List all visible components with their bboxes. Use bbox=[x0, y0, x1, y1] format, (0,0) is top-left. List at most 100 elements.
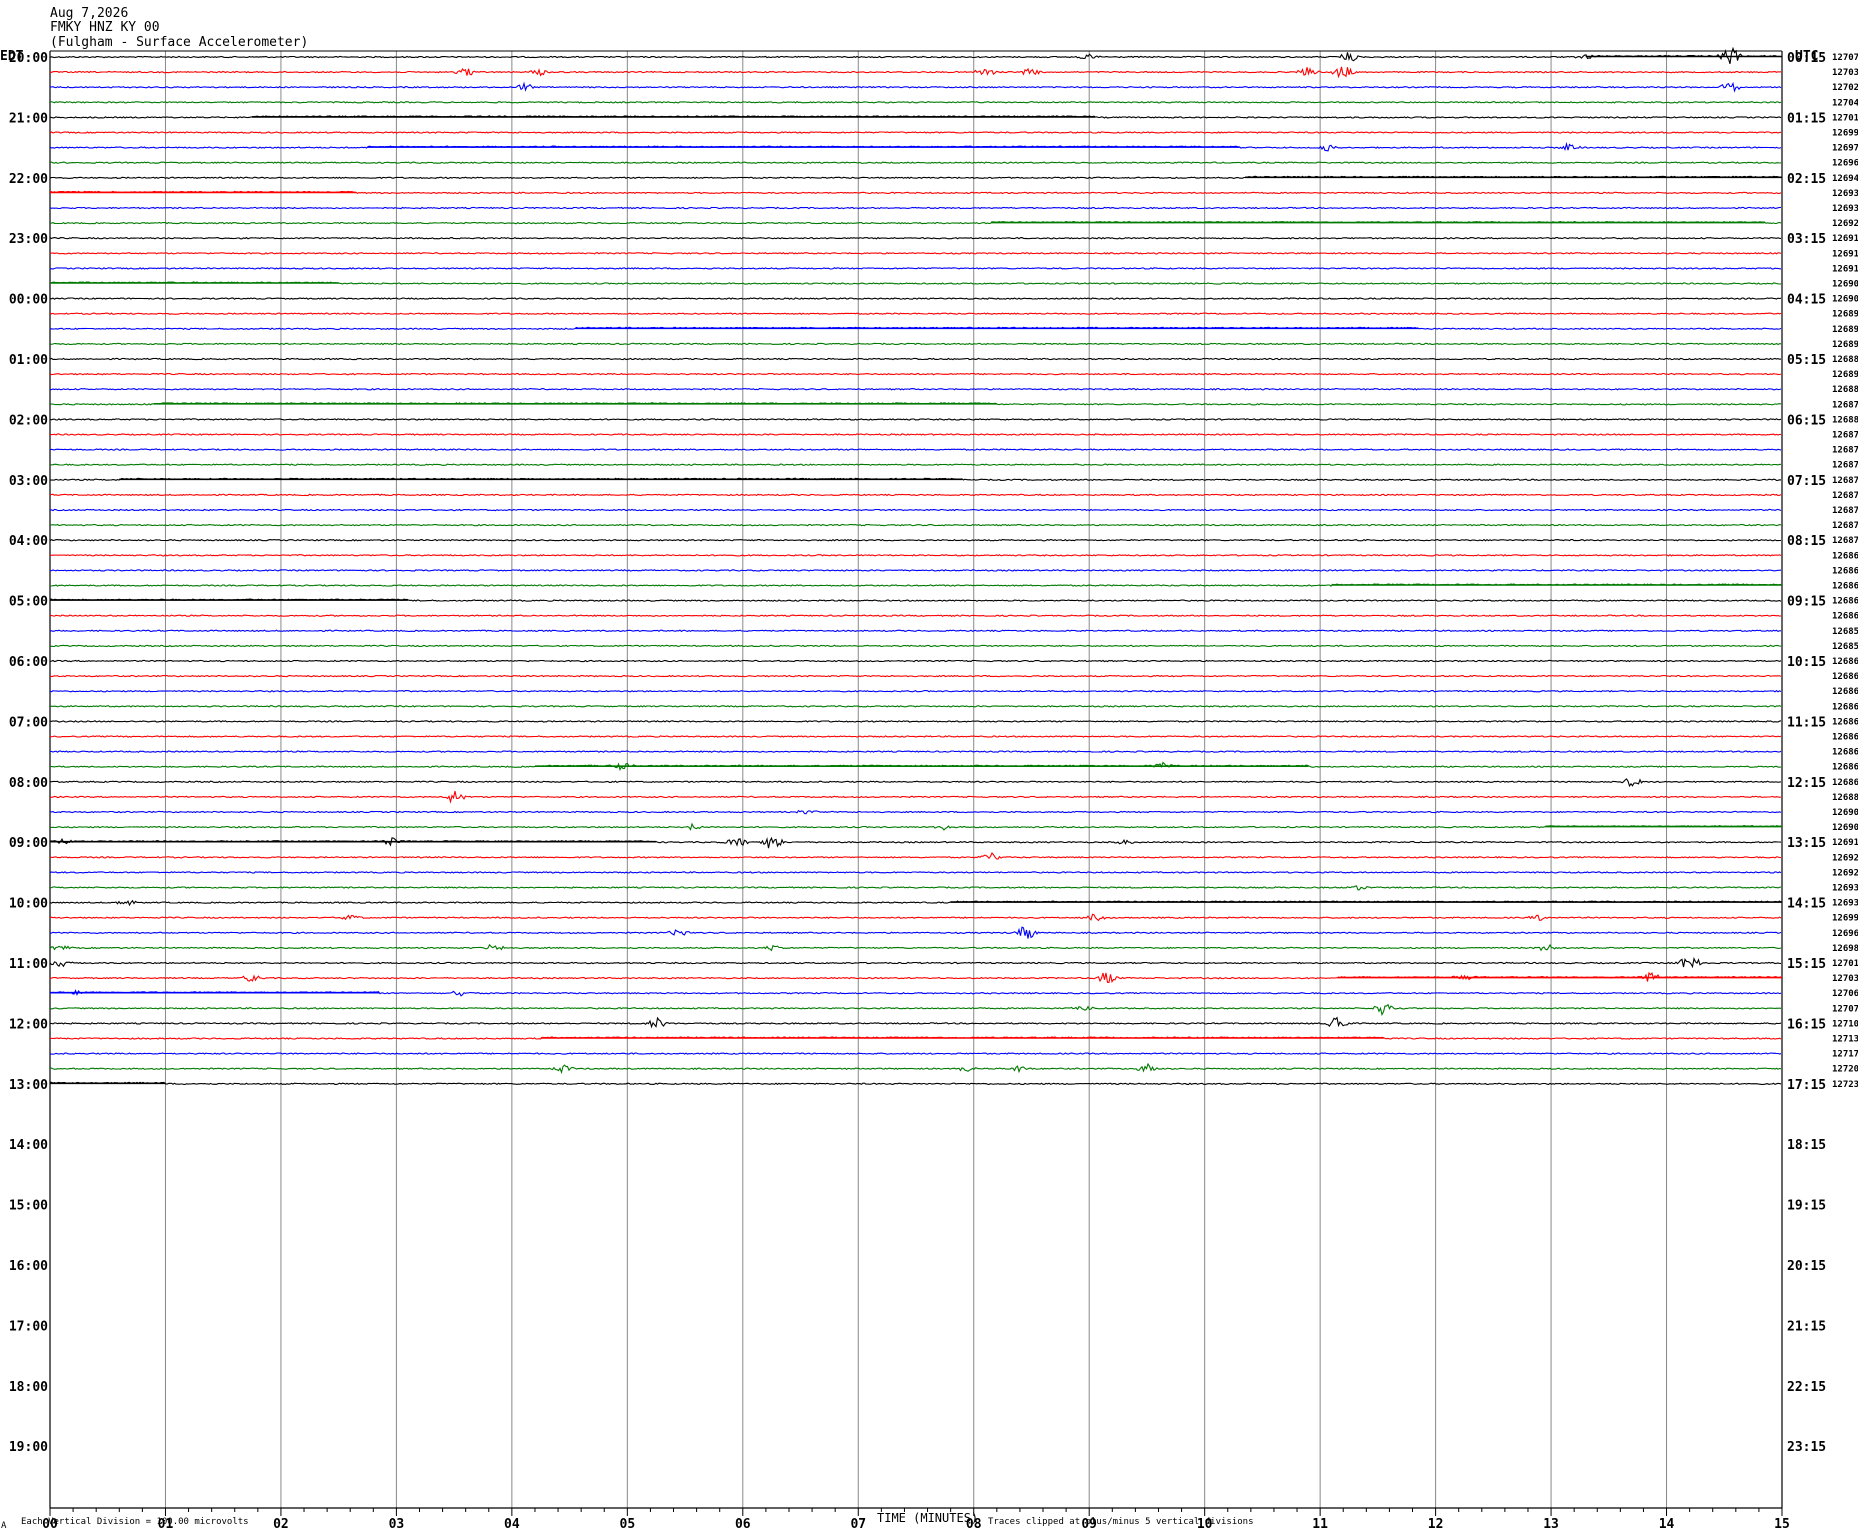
trace-count-label: 12723 bbox=[1832, 1080, 1858, 1090]
trace-count-label: 12689 bbox=[1832, 370, 1858, 380]
seismic-trace bbox=[49, 809, 1782, 815]
left-hour-label: 06:00 bbox=[9, 655, 48, 670]
seismic-trace bbox=[49, 851, 1782, 860]
trace-count-labels: 12707 12703 12702 12704 12701 12699 12697 12696… bbox=[1832, 53, 1858, 1090]
trace-count-label: 12686 bbox=[1832, 612, 1858, 622]
seismic-trace bbox=[49, 705, 1782, 708]
seismic-trace bbox=[49, 131, 1782, 134]
trace-count-label: 12686 bbox=[1832, 778, 1858, 788]
left-hour-label: 05:00 bbox=[9, 595, 48, 610]
trace-count-label: 12717 bbox=[1832, 1050, 1858, 1060]
trace-count-label: 12690 bbox=[1832, 808, 1858, 818]
left-hour-label: 19:00 bbox=[9, 1440, 48, 1455]
seismic-trace bbox=[49, 956, 1782, 969]
trace-count-label: 12703 bbox=[1832, 974, 1858, 984]
clip-note: Traces clipped at plus/minus 5 vertical … bbox=[988, 1517, 1254, 1527]
trace-count-label: 12685 bbox=[1832, 642, 1858, 652]
trace-count-label: 12707 bbox=[1832, 53, 1858, 63]
trace-count-label: 12686 bbox=[1832, 551, 1858, 561]
trace-count-label: 12691 bbox=[1832, 249, 1858, 259]
seismic-trace bbox=[49, 493, 1782, 497]
trace-count-label: 12720 bbox=[1832, 1065, 1858, 1075]
trace-count-label: 12687 bbox=[1832, 461, 1858, 471]
right-hour-label: 23:15 bbox=[1787, 1440, 1826, 1455]
right-hour-label: 08:15 bbox=[1787, 534, 1826, 549]
trace-count-label: 12690 bbox=[1832, 280, 1858, 290]
left-timezone-label: EDT bbox=[0, 49, 24, 64]
right-hour-label: 04:15 bbox=[1787, 293, 1826, 308]
right-hour-label: 16:15 bbox=[1787, 1017, 1826, 1032]
trace-count-label: 12687 bbox=[1832, 446, 1858, 456]
seismic-trace bbox=[49, 871, 1782, 874]
seismic-trace bbox=[50, 926, 1782, 939]
trace-count-label: 12703 bbox=[1832, 68, 1858, 78]
seismic-traces bbox=[49, 46, 1782, 1086]
trace-count-label: 12704 bbox=[1832, 98, 1858, 108]
trace-count-label: 12694 bbox=[1832, 174, 1858, 184]
trace-count-label: 12692 bbox=[1832, 219, 1858, 229]
trace-count-label: 12685 bbox=[1832, 627, 1858, 637]
right-hour-label: 19:15 bbox=[1787, 1199, 1826, 1214]
right-hour-label: 06:15 bbox=[1787, 413, 1826, 428]
seismic-trace bbox=[50, 750, 1782, 753]
trace-count-label: 12693 bbox=[1832, 189, 1858, 199]
trace-count-label: 12686 bbox=[1832, 687, 1858, 697]
trace-count-label: 12688 bbox=[1832, 355, 1858, 365]
seismic-trace bbox=[49, 463, 1782, 466]
seismic-trace bbox=[50, 1081, 1782, 1086]
trace-count-label: 12688 bbox=[1832, 415, 1858, 425]
seismic-trace bbox=[50, 387, 1782, 391]
right-hour-label: 10:15 bbox=[1787, 655, 1826, 670]
left-hour-label: 07:00 bbox=[9, 715, 48, 730]
right-hour-label: 13:15 bbox=[1787, 836, 1826, 851]
helicorder-plot: 12707 12703 12702 12704 12701 12699 12697 12696… bbox=[0, 6, 1858, 1532]
trace-count-label: 12693 bbox=[1832, 899, 1858, 909]
trace-count-label: 12696 bbox=[1832, 929, 1858, 939]
x-axis-label: TIME (MINUTES) bbox=[877, 1511, 978, 1525]
seismic-trace bbox=[49, 342, 1782, 346]
right-hour-label: 01:15 bbox=[1787, 111, 1826, 126]
seismic-trace bbox=[49, 1003, 1782, 1017]
x-tick-label: 06 bbox=[735, 1517, 751, 1532]
seismic-trace bbox=[49, 822, 1782, 831]
trace-count-label: 12701 bbox=[1832, 959, 1858, 969]
x-tick-label: 02 bbox=[273, 1517, 289, 1532]
trace-count-label: 12686 bbox=[1832, 702, 1858, 712]
trace-count-label: 12687 bbox=[1832, 491, 1858, 501]
seismic-trace bbox=[49, 418, 1782, 421]
seismic-trace bbox=[49, 885, 1782, 891]
seismic-trace bbox=[49, 790, 1782, 804]
trace-count-label: 12693 bbox=[1832, 204, 1858, 214]
x-tick-label: 07 bbox=[850, 1517, 866, 1532]
right-hour-label: 03:15 bbox=[1787, 232, 1826, 247]
seismic-trace bbox=[49, 206, 1782, 210]
right-hour-label: 22:15 bbox=[1787, 1380, 1826, 1395]
right-hour-label: 09:15 bbox=[1787, 595, 1826, 610]
trace-count-label: 12691 bbox=[1832, 234, 1858, 244]
trace-count-label: 12687 bbox=[1832, 431, 1858, 441]
scale-note: Each Vertical Division = 100.00 microvol… bbox=[21, 1517, 249, 1527]
left-hour-label: 22:00 bbox=[9, 172, 48, 187]
trace-count-label: 12691 bbox=[1832, 264, 1858, 274]
right-hour-label: 11:15 bbox=[1787, 715, 1826, 730]
seismic-trace bbox=[49, 297, 1782, 300]
left-hour-label: 10:00 bbox=[9, 897, 48, 912]
left-hour-label: 04:00 bbox=[9, 534, 48, 549]
seismic-trace bbox=[49, 553, 1782, 557]
seismic-trace bbox=[49, 312, 1782, 316]
right-hour-label: 20:15 bbox=[1787, 1259, 1826, 1274]
header-date: Aug 7,2026 bbox=[50, 6, 128, 21]
trace-count-label: 12696 bbox=[1832, 159, 1858, 169]
trace-count-label: 12687 bbox=[1832, 506, 1858, 516]
right-hour-label: 15:15 bbox=[1787, 957, 1826, 972]
left-hour-label: 08:00 bbox=[9, 776, 48, 791]
trace-count-label: 12693 bbox=[1832, 884, 1858, 894]
seismic-trace bbox=[49, 778, 1782, 788]
header-description: (Fulgham - Surface Accelerometer) bbox=[50, 35, 308, 50]
trace-count-label: 12686 bbox=[1832, 717, 1858, 727]
trace-count-label: 12687 bbox=[1832, 476, 1858, 486]
left-hour-label: 15:00 bbox=[9, 1199, 48, 1214]
trace-count-label: 12701 bbox=[1832, 113, 1858, 123]
seismic-trace bbox=[49, 236, 1782, 240]
left-hour-labels: 20:0021:0022:0023:0000:0001:0002:0003:00… bbox=[9, 51, 48, 1455]
